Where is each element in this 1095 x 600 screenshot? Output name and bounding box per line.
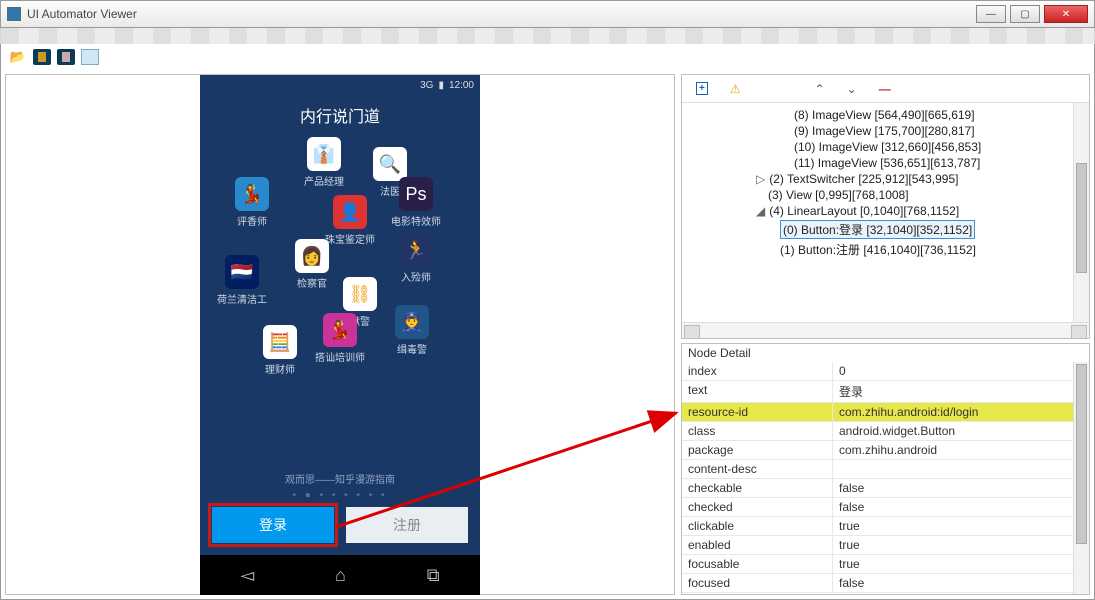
- window-title: UI Automator Viewer: [27, 7, 137, 21]
- tree-row[interactable]: (10) ImageView [312,660][456,853]: [684, 139, 1087, 155]
- node-detail-pane: Node Detail index0text登录resource-idcom.z…: [681, 343, 1090, 595]
- app-icon-10: 💃搭讪培训师: [310, 313, 370, 364]
- right-panels: + ⌃ ⌄ — (8) ImageView [564,490][665,619]…: [681, 74, 1090, 595]
- tree-toolbar: + ⌃ ⌄ —: [682, 75, 1089, 103]
- screenshot-pane: 3G ▮ 12:00 内行说门道 👔产品经理🔍法医💃评香师👤珠宝鉴定师Ps电影特…: [5, 74, 675, 595]
- save-icon[interactable]: [81, 49, 99, 65]
- detail-row[interactable]: classandroid.widget.Button: [682, 422, 1089, 441]
- app-icon-5: 🇳🇱荷兰清洁工: [212, 255, 272, 306]
- tree-row[interactable]: (3) View [0,995][768,1008]: [684, 187, 1087, 203]
- screen-headline: 内行说门道: [200, 103, 480, 127]
- app-grid: 👔产品经理🔍法医💃评香师👤珠宝鉴定师Ps电影特效师🇳🇱荷兰清洁工👩检察官⛓狱警🏃…: [200, 137, 480, 469]
- app-icon-4: Ps电影特效师: [386, 177, 446, 228]
- signal-label: 3G: [420, 80, 433, 91]
- tree-scrollbar-h[interactable]: [682, 322, 1089, 338]
- back-icon[interactable]: ◅: [240, 565, 254, 586]
- detail-row[interactable]: text登录: [682, 381, 1089, 403]
- status-bar: 3G ▮ 12:00: [200, 75, 480, 95]
- open-icon[interactable]: [9, 49, 27, 65]
- tree-row[interactable]: (1) Button:注册 [416,1040][736,1152]: [684, 240, 1087, 259]
- clock-label: 12:00: [449, 80, 474, 91]
- tree-row[interactable]: (8) ImageView [564,490][665,619]: [684, 107, 1087, 123]
- button-row: 登录 注册: [200, 507, 480, 555]
- minimize-button[interactable]: —: [976, 5, 1006, 23]
- home-icon[interactable]: ⌂: [335, 565, 346, 586]
- app-icon: [7, 7, 21, 21]
- app-icon-0: 👔产品经理: [294, 137, 354, 188]
- detail-row[interactable]: packagecom.zhihu.android: [682, 441, 1089, 460]
- device-screen: 3G ▮ 12:00 内行说门道 👔产品经理🔍法医💃评香师👤珠宝鉴定师Ps电影特…: [200, 75, 480, 555]
- detail-scrollbar-v[interactable]: [1073, 362, 1089, 594]
- app-icon-9: 🧮理财师: [250, 325, 310, 376]
- battery-icon: ▮: [438, 80, 444, 91]
- tree-row[interactable]: (11) ImageView [536,651][613,787]: [684, 155, 1087, 171]
- expand-all-icon[interactable]: +: [696, 82, 708, 95]
- detail-row[interactable]: checkablefalse: [682, 479, 1089, 498]
- app-icon-11: 👮缉毒警: [382, 305, 442, 356]
- tree-scrollbar-v[interactable]: [1073, 103, 1089, 322]
- hierarchy-pane: + ⌃ ⌄ — (8) ImageView [564,490][665,619]…: [681, 74, 1090, 339]
- device-frame: 3G ▮ 12:00 内行说门道 👔产品经理🔍法医💃评香师👤珠宝鉴定师Ps电影特…: [200, 75, 480, 595]
- chevron-up-icon[interactable]: ⌃: [815, 82, 825, 96]
- detail-grid: index0text登录resource-idcom.zhihu.android…: [682, 362, 1089, 594]
- hierarchy-tree[interactable]: (8) ImageView [564,490][665,619](9) Imag…: [682, 103, 1089, 322]
- client-area: 3G ▮ 12:00 内行说门道 👔产品经理🔍法医💃评香师👤珠宝鉴定师Ps电影特…: [0, 70, 1095, 600]
- tree-row[interactable]: (9) ImageView [175,700][280,817]: [684, 123, 1087, 139]
- window-titlebar: UI Automator Viewer — ▢ ✕: [0, 0, 1095, 28]
- tree-row[interactable]: ▷(2) TextSwitcher [225,912][543,995]: [684, 171, 1087, 187]
- main-toolbar: [0, 44, 1095, 70]
- decor-strip: [0, 28, 1095, 44]
- detail-row[interactable]: focusabletrue: [682, 555, 1089, 574]
- detail-row[interactable]: content-desc: [682, 460, 1089, 479]
- app-icon-2: 💃评香师: [222, 177, 282, 228]
- register-button[interactable]: 注册: [346, 507, 468, 543]
- device-screenshot-icon[interactable]: [33, 49, 51, 65]
- device-dump-icon[interactable]: [57, 49, 75, 65]
- collapse-icon[interactable]: —: [879, 82, 891, 96]
- page-dots: • ● • • • • • •: [200, 490, 480, 501]
- detail-row[interactable]: clickabletrue: [682, 517, 1089, 536]
- close-button[interactable]: ✕: [1044, 5, 1088, 23]
- login-button[interactable]: 登录: [212, 507, 334, 543]
- detail-header: Node Detail: [682, 344, 1089, 362]
- chevron-down-icon[interactable]: ⌄: [847, 82, 857, 96]
- detail-row[interactable]: focusedfalse: [682, 574, 1089, 593]
- recents-icon[interactable]: ⧉: [427, 565, 440, 586]
- app-icon-8: 🏃入殓师: [386, 233, 446, 284]
- android-navbar: ◅ ⌂ ⧉: [200, 555, 480, 595]
- detail-row[interactable]: checkedfalse: [682, 498, 1089, 517]
- maximize-button[interactable]: ▢: [1010, 5, 1040, 23]
- warning-icon[interactable]: [730, 82, 741, 96]
- detail-row[interactable]: resource-idcom.zhihu.android:id/login: [682, 403, 1089, 422]
- tree-row[interactable]: (0) Button:登录 [32,1040][352,1152]: [684, 219, 1087, 240]
- tree-row[interactable]: ◢(4) LinearLayout [0,1040][768,1152]: [684, 203, 1087, 219]
- detail-row[interactable]: enabledtrue: [682, 536, 1089, 555]
- detail-row[interactable]: index0: [682, 362, 1089, 381]
- tagline: 观而思——知乎漫游指南: [200, 471, 480, 486]
